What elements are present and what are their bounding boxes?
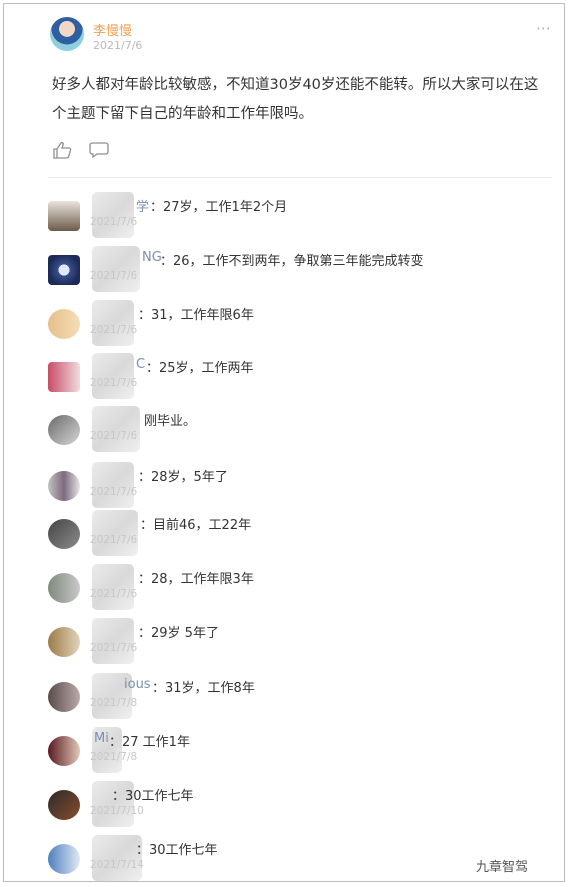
comment-icon[interactable] [89, 141, 109, 159]
commenter-avatar[interactable] [48, 309, 80, 339]
blurred-name [92, 835, 142, 881]
commenter-avatar[interactable] [48, 844, 80, 874]
commenter-name[interactable]: ious [124, 677, 151, 692]
post-content: 好多人都对年龄比较敏感，不知道30岁40岁还能不能转。所以大家可以在这个主题下留… [52, 77, 539, 122]
comment-text: ：27 工作1年 [109, 735, 190, 750]
comment-item: ：目前46，工22年 2021/7/6 [48, 510, 548, 556]
comment-text: ：目前46，工22年 [140, 518, 252, 533]
comment-date: 2021/7/6 [90, 324, 138, 336]
commenter-avatar[interactable] [48, 519, 80, 549]
commenter-name[interactable]: 学 [136, 196, 149, 215]
commenter-avatar[interactable] [48, 201, 80, 231]
blurred-name [92, 564, 134, 610]
comment-date: 2021/7/6 [90, 430, 138, 442]
commenter-avatar[interactable] [48, 255, 80, 285]
blurred-name [92, 300, 134, 346]
comment-item: 学 ：27岁，工作1年2个月 2021/7/6 [48, 192, 548, 238]
comment-item: ：31，工作年限6年 2021/7/6 [48, 300, 548, 346]
commenter-avatar[interactable] [48, 415, 80, 445]
comment-item: Mi ：27 工作1年 2021/7/8 [48, 727, 548, 773]
comment-date: 2021/7/14 [90, 859, 144, 871]
comment-text: ：31，工作年限6年 [138, 308, 254, 323]
post-date: 2021/7/6 [93, 39, 143, 52]
comment-item: ious ：31岁，工作8年 2021/7/8 [48, 673, 548, 719]
divider [48, 177, 552, 178]
comment-text: ：30工作七年 [112, 789, 194, 804]
watermark-text: 九章智驾 [476, 860, 529, 875]
comment-text: ：28岁，5年了 [138, 470, 228, 485]
commenter-avatar[interactable] [48, 790, 80, 820]
comment-date: 2021/7/10 [90, 805, 144, 817]
blurred-name [92, 353, 134, 399]
comment-text: ：25岁，工作两年 [146, 361, 254, 376]
comment-date: 2021/7/8 [90, 751, 138, 763]
blurred-name [92, 618, 134, 664]
comment-text: ：30工作七年 [136, 843, 218, 858]
blurred-name [92, 406, 140, 452]
blurred-name [92, 510, 138, 556]
commenter-avatar[interactable] [48, 736, 80, 766]
commenter-avatar[interactable] [48, 627, 80, 657]
comment-item: ：28，工作年限3年 2021/7/6 [48, 564, 548, 610]
blurred-name [92, 192, 134, 238]
commenter-avatar[interactable] [48, 362, 80, 392]
comment-item: 刚毕业。 2021/7/6 [48, 406, 548, 452]
comment-text: ：28，工作年限3年 [138, 572, 254, 587]
blurred-name [92, 462, 134, 508]
comment-date: 2021/7/6 [90, 588, 138, 600]
comment-date: 2021/7/6 [90, 270, 138, 282]
comment-item: ：28岁，5年了 2021/7/6 [48, 462, 548, 508]
comment-text: ：27岁，工作1年2个月 [150, 200, 288, 215]
comment-text: 刚毕业。 [144, 414, 197, 429]
comment-text: ：31岁，工作8年 [152, 681, 255, 696]
comment-item: NG ：26，工作不到两年，争取第三年能完成转变 2021/7/6 [48, 246, 548, 292]
comment-text: ：26，工作不到两年，争取第三年能完成转变 [160, 254, 424, 269]
commenter-name[interactable]: NG [142, 250, 162, 265]
like-icon[interactable] [52, 141, 72, 159]
commenter-name[interactable]: Mi [94, 731, 109, 746]
more-icon[interactable]: ⋯ [536, 19, 552, 37]
post-author-avatar[interactable] [50, 17, 84, 51]
comment-date: 2021/7/6 [90, 534, 138, 546]
comment-date: 2021/7/6 [90, 642, 138, 654]
comment-date: 2021/7/6 [90, 216, 138, 228]
comment-item: ：30工作七年 2021/7/10 [48, 781, 548, 827]
comment-date: 2021/7/6 [90, 377, 138, 389]
comment-date: 2021/7/8 [90, 697, 138, 709]
commenter-avatar[interactable] [48, 682, 80, 712]
commenter-avatar[interactable] [48, 471, 80, 501]
comment-item: ：29岁 5年了 2021/7/6 [48, 618, 548, 664]
blurred-name [92, 246, 140, 292]
comment-item: ：30工作七年 2021/7/14 [48, 835, 548, 881]
post-author-name[interactable]: 李慢慢 [93, 20, 132, 39]
comment-item: C ：25岁，工作两年 2021/7/6 [48, 353, 548, 399]
comment-text: ：29岁 5年了 [138, 626, 219, 641]
commenter-name[interactable]: C [136, 357, 145, 372]
comment-date: 2021/7/6 [90, 486, 138, 498]
commenter-avatar[interactable] [48, 573, 80, 603]
